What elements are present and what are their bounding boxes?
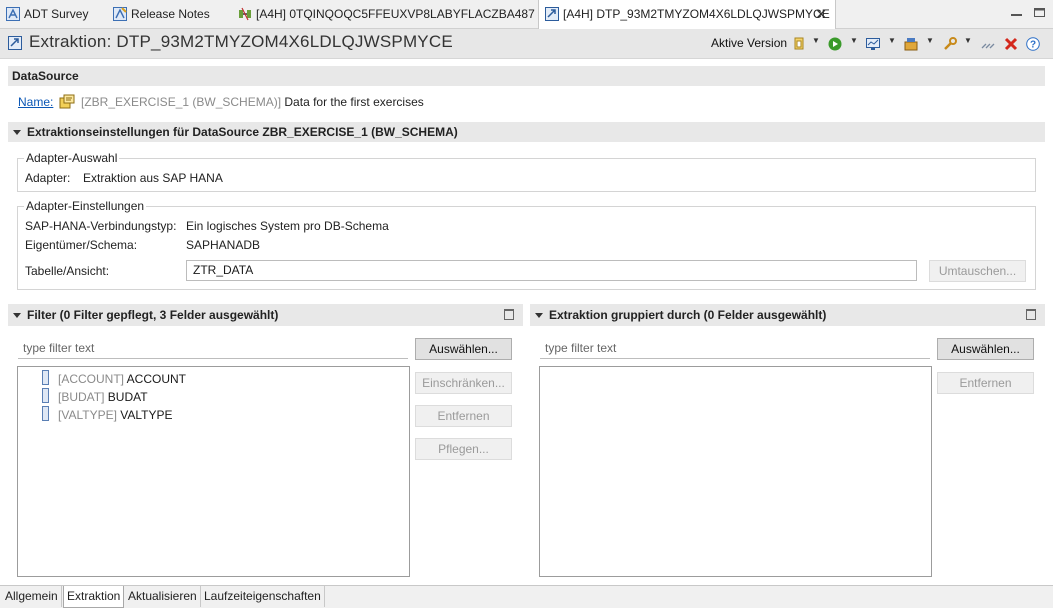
tab-label: [A4H] DTP_93M2TMYZOM4X6LDLQJWSPMYCE xyxy=(563,7,830,21)
list-item[interactable]: [ACCOUNT] ACCOUNT xyxy=(42,370,186,386)
list-item[interactable]: [VALTYPE] VALTYPE xyxy=(42,406,173,422)
version-history-icon[interactable] xyxy=(792,37,806,51)
field-icon xyxy=(42,388,49,403)
grouping-fields-list[interactable] xyxy=(539,366,932,577)
tab-extraktion[interactable]: Extraktion xyxy=(63,586,125,608)
data-target-icon[interactable] xyxy=(904,37,918,51)
extraction-settings-section-header[interactable]: Extraktionseinstellungen für DataSource … xyxy=(8,122,1045,142)
maintain-button[interactable]: Pflegen... xyxy=(415,438,512,460)
tab-allgemein[interactable]: Allgemein xyxy=(2,586,62,607)
tab-transformation[interactable]: [A4H] 0TQINQOQC5FFEUXVP8LABYFLACZBA487 xyxy=(232,0,556,28)
monitor-icon[interactable] xyxy=(866,37,880,51)
dtp-icon xyxy=(8,36,22,50)
tab-aktualisieren[interactable]: Aktualisieren xyxy=(125,586,201,607)
help-icon[interactable]: ? xyxy=(1026,37,1040,51)
grouping-search-input[interactable]: type filter text xyxy=(540,339,930,359)
table-view-field[interactable]: ZTR_DATA xyxy=(186,260,917,281)
filter-section-header[interactable]: Filter (0 Filter gepflegt, 3 Felder ausg… xyxy=(8,304,523,326)
chevron-down-icon[interactable]: ▼ xyxy=(964,36,972,45)
collapse-triangle-icon[interactable] xyxy=(535,312,543,318)
tab-laufzeiteigenschaften[interactable]: Laufzeiteigenschaften xyxy=(201,586,325,607)
swap-button[interactable]: Umtauschen... xyxy=(929,260,1026,282)
field-icon xyxy=(42,370,49,385)
connection-type-value: Ein logisches System pro DB-Schema xyxy=(186,219,389,233)
field-icon xyxy=(42,406,49,421)
datasource-name-row: Name: xyxy=(18,95,53,109)
tab-label: ADT Survey xyxy=(24,7,89,21)
adapter-label: Adapter: xyxy=(25,171,71,185)
owner-schema-value: SAPHANADB xyxy=(186,238,261,252)
dtp-icon xyxy=(545,7,559,21)
release-notes-icon xyxy=(113,7,127,21)
chevron-down-icon[interactable]: ▼ xyxy=(850,36,858,45)
maximize-icon[interactable] xyxy=(1033,7,1046,18)
section-title: Filter (0 Filter gepflegt, 3 Felder ausg… xyxy=(27,308,279,322)
section-title: DataSource xyxy=(12,69,79,83)
grouping-section-header[interactable]: Extraktion gruppiert durch (0 Felder aus… xyxy=(530,304,1045,326)
version-label: Aktive Version xyxy=(711,36,788,50)
field-name: VALTYPE xyxy=(120,408,173,422)
tab-label: [A4H] 0TQINQOQC5FFEUXVP8LABYFLACZBA487 xyxy=(256,7,535,21)
delete-icon[interactable] xyxy=(1004,37,1018,51)
wrench-icon[interactable] xyxy=(943,37,957,51)
maximize-panel-icon[interactable] xyxy=(504,309,514,320)
connection-type-label: SAP-HANA-Verbindungstyp: xyxy=(25,219,177,233)
group-title: Adapter-Auswahl xyxy=(24,151,120,165)
section-title: Extraktionseinstellungen für DataSource … xyxy=(27,125,458,139)
grouping-select-button[interactable]: Auswählen... xyxy=(937,338,1034,360)
editor-page-tabs: Allgemein Extraktion Aktualisieren Laufz… xyxy=(0,585,1053,608)
filter-search-input[interactable]: type filter text xyxy=(18,339,408,359)
maximize-panel-icon[interactable] xyxy=(1026,309,1036,320)
field-name: ACCOUNT xyxy=(126,372,187,386)
datasource-description: Data for the first exercises xyxy=(284,95,424,109)
datasource-name-value: [ZBR_EXERCISE_1 (BW_SCHEMA)] Data for th… xyxy=(81,95,424,109)
svg-text:?: ? xyxy=(1030,40,1036,51)
transformation-icon xyxy=(239,7,251,21)
group-title: Adapter-Einstellungen xyxy=(24,199,147,213)
page-title: Extraktion: DTP_93M2TMYZOM4X6LDLQJWSPMYC… xyxy=(29,32,453,51)
field-tech-name: [VALTYPE] xyxy=(58,408,117,422)
filter-fields-list[interactable]: [ACCOUNT] ACCOUNT [BUDAT] BUDAT [VALTYPE… xyxy=(17,366,410,577)
field-tech-name: [BUDAT] xyxy=(58,390,105,404)
restrict-button[interactable]: Einschränken... xyxy=(415,372,512,394)
filter-select-button[interactable]: Auswählen... xyxy=(415,338,512,360)
activate-icon[interactable] xyxy=(981,37,995,51)
datasource-name-link[interactable]: Name: xyxy=(18,95,53,109)
datasource-section-header: DataSource xyxy=(8,66,1045,86)
close-tab-icon[interactable]: ✕ xyxy=(815,0,827,28)
chevron-down-icon[interactable]: ▼ xyxy=(926,36,934,45)
owner-schema-label: Eigentümer/Schema: xyxy=(25,238,138,252)
editor-header: Extraktion: DTP_93M2TMYZOM4X6LDLQJWSPMYC… xyxy=(0,29,1053,59)
run-icon[interactable] xyxy=(828,37,842,51)
adapter-value: Extraktion aus SAP HANA xyxy=(83,171,223,185)
datasource-technical-name: [ZBR_EXERCISE_1 (BW_SCHEMA)] xyxy=(81,95,282,109)
datasource-icon xyxy=(59,94,75,109)
table-view-label: Tabelle/Ansicht: xyxy=(25,264,110,278)
minimize-icon[interactable] xyxy=(1010,7,1023,18)
section-title: Extraktion gruppiert durch (0 Felder aus… xyxy=(549,308,827,322)
chevron-down-icon[interactable]: ▼ xyxy=(888,36,896,45)
filter-remove-button[interactable]: Entfernen xyxy=(415,405,512,427)
tab-dtp-active[interactable]: [A4H] DTP_93M2TMYZOM4X6LDLQJWSPMYCE ✕ xyxy=(538,0,836,29)
chevron-down-icon[interactable]: ▼ xyxy=(812,36,820,45)
field-name: BUDAT xyxy=(107,390,148,404)
survey-icon xyxy=(6,7,20,21)
field-tech-name: [ACCOUNT] xyxy=(58,372,124,386)
collapse-triangle-icon[interactable] xyxy=(13,129,21,135)
editor-tab-bar: ADT Survey Release Notes [A4H] 0TQINQOQC… xyxy=(0,0,1053,29)
tab-label: Release Notes xyxy=(131,7,210,21)
collapse-triangle-icon[interactable] xyxy=(13,312,21,318)
grouping-remove-button[interactable]: Entfernen xyxy=(937,372,1034,394)
list-item[interactable]: [BUDAT] BUDAT xyxy=(42,388,148,404)
